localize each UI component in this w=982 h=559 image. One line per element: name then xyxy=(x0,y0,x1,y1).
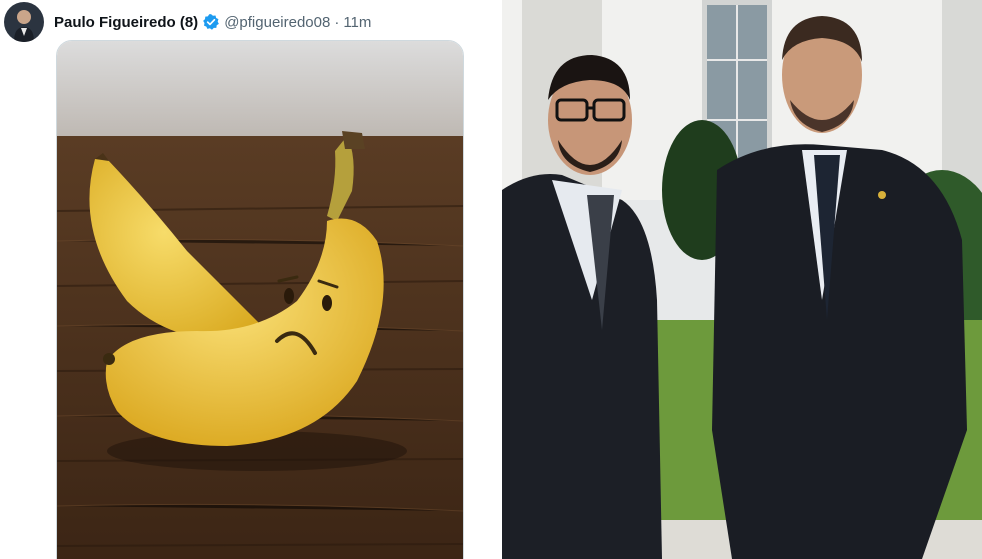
author-name[interactable]: Paulo Figueiredo (8) xyxy=(54,14,198,31)
tweet-timestamp[interactable]: 11m xyxy=(343,14,371,31)
verified-badge-icon xyxy=(202,13,220,31)
author-handle[interactable]: @pfigueiredo08 xyxy=(224,14,330,31)
separator-dot: · xyxy=(334,13,340,31)
tweet-panel: Paulo Figueiredo (8) @pfigueiredo08 · 11… xyxy=(0,0,500,559)
tweet-header: Paulo Figueiredo (8) @pfigueiredo08 · 11… xyxy=(4,2,371,42)
photo-panel xyxy=(502,0,982,559)
tweet-media-image[interactable] xyxy=(56,40,464,559)
two-men-in-suits-photo xyxy=(502,0,982,559)
author-avatar[interactable] xyxy=(4,2,44,42)
